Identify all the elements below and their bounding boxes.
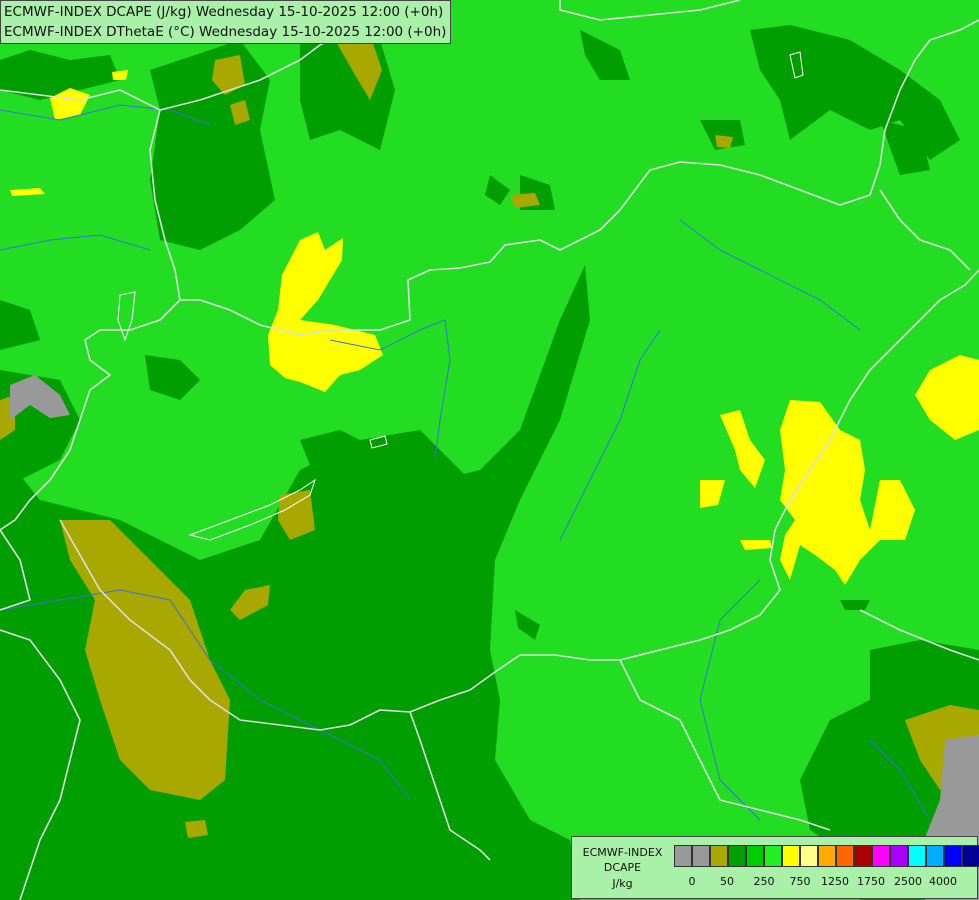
legend-swatch (962, 845, 979, 867)
legend-swatch (782, 845, 800, 867)
legend-tick-label: 4000 (929, 875, 957, 888)
legend-tick-label: 2500 (894, 875, 922, 888)
legend-swatch (674, 845, 692, 867)
legend-variable-label: DCAPE (603, 861, 642, 874)
legend-swatch (854, 845, 872, 867)
legend-swatch (746, 845, 764, 867)
color-legend: ECMWF-INDEX DCAPE J/kg 0 50 250 750 1250 1750… (571, 836, 979, 899)
legend-tick-label: 250 (753, 875, 775, 888)
title-dcape: ECMWF-INDEX DCAPE (J/kg) Wednesday 15-10… (4, 4, 444, 20)
legend-tick-label: 1250 (821, 875, 849, 888)
legend-swatch (728, 845, 746, 867)
legend-swatch (692, 845, 710, 867)
legend-tick-label: 750 (789, 875, 811, 888)
legend-swatch (836, 845, 854, 867)
legend-tick-label: 1750 (857, 875, 885, 888)
legend-model-label: ECMWF-INDEX (582, 846, 663, 859)
map-title-box: ECMWF-INDEX DCAPE (J/kg) Wednesday 15-10… (0, 0, 452, 44)
dcape-map (0, 0, 979, 900)
legend-swatch (926, 845, 944, 867)
legend-swatch (890, 845, 908, 867)
legend-swatch (908, 845, 926, 867)
legend-tick-label: 50 (720, 875, 734, 888)
legend-swatch (944, 845, 962, 867)
legend-swatch (818, 845, 836, 867)
legend-swatch (800, 845, 818, 867)
legend-swatch (764, 845, 782, 867)
title-dthetae: ECMWF-INDEX DThetaE (°C) Wednesday 15-10… (4, 24, 447, 40)
legend-swatch (872, 845, 890, 867)
legend-tick-label: 0 (688, 875, 696, 888)
legend-swatch (710, 845, 728, 867)
legend-unit-label: J/kg (612, 877, 633, 890)
legend-swatches (674, 845, 979, 867)
